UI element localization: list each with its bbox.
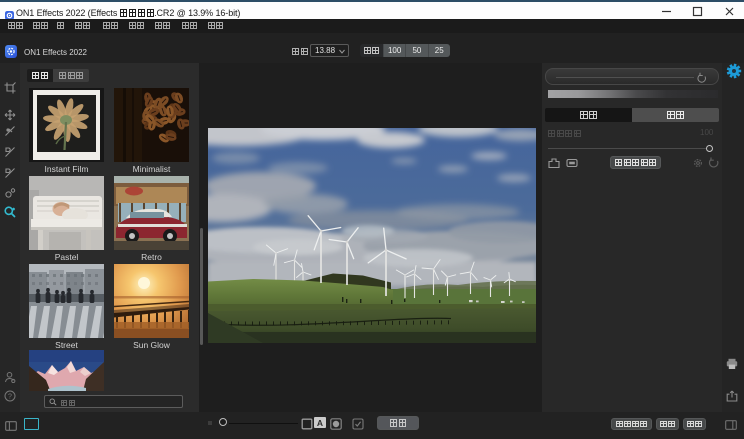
svg-text:?: ? (8, 393, 12, 400)
